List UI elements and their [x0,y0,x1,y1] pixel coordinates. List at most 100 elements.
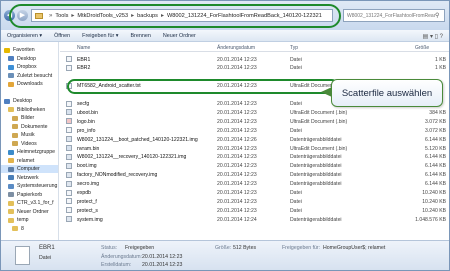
file-name: pro_info [77,127,96,134]
nav-item[interactable]: Computer [1,165,58,173]
file-date: 20.01.2014 12:23 [217,109,257,116]
file-icon [66,216,72,223]
file-name: logo.bin [77,118,95,125]
file-icon [66,171,72,178]
folder-icon [8,73,14,78]
file-date: 20.01.2014 12:23 [217,154,257,161]
nav-item-label: Downloads [17,81,43,87]
file-icon [66,109,72,116]
organize-button[interactable]: Organisieren ▾ [7,33,42,39]
nav-item-label: temp [17,217,29,223]
file-date: 20.01.2014 12:23 [217,198,257,205]
file-date: 20.01.2014 12:23 [217,145,257,152]
file-icon [66,162,72,169]
navigation-pane: Favoriten Desktop Dropbox Zuletzt besucht Do… [1,42,59,240]
file-name: EBR2 [77,65,91,72]
nav-item-label: CTR_v3.1_for_f [17,200,54,206]
file-name: expdb [77,190,91,196]
view-options-icon[interactable]: ▤ ▾ ▯ ? [423,33,443,40]
nav-item[interactable]: Desktop [1,55,58,63]
nav-item[interactable]: Neuer Ordner [1,208,58,216]
file-row[interactable]: protect_s 20.01.2014 12:23 Datei 10.240 KB [60,206,449,214]
folder-icon [8,64,14,70]
folder-icon [8,149,14,155]
file-type: Datei [290,65,302,72]
file-icon [66,136,72,143]
file-size: 5.120 KB [425,145,446,152]
file-row[interactable]: expdb 20.01.2014 12:23 Datei 10.240 KB [60,189,449,197]
folder-icon [8,192,14,197]
nav-item[interactable]: Bilder [1,114,58,122]
nav-item-label: Dropbox [17,64,37,70]
nav-item[interactable]: Downloads [1,80,58,88]
burn-button[interactable]: Brennen [130,33,150,39]
details-file-type: Datei [39,255,52,261]
column-name[interactable]: Name [77,45,90,51]
nav-item[interactable]: CTR_v3.1_for_f [1,199,58,207]
nav-item[interactable]: Netzwerk [1,174,58,182]
search-input[interactable] [347,12,435,19]
nav-item[interactable]: Systemsteuerung [1,182,58,190]
file-type: UltraEdit Document (.bin) [290,145,348,152]
file-row[interactable]: system.img 20.01.2014 12:24 Datenträgerabb… [60,215,449,223]
nav-item-label: Favoriten [13,47,35,53]
file-date: 20.01.2014 12:23 [217,127,257,134]
file-icon [15,246,30,265]
file-type: Datenträgerabbilddatei [290,216,342,223]
file-type: Datei [290,198,302,205]
nav-item[interactable]: Heimnetzgruppe [1,148,58,156]
file-row[interactable]: EBR2 20.01.2014 12:23 Datei 1 KB [60,64,449,72]
file-type: Datei [290,127,302,134]
file-row[interactable]: protect_f 20.01.2014 12:23 Datei 10.240 KB [60,197,449,205]
open-button[interactable]: Öffnen [54,33,70,39]
nav-item[interactable]: Zuletzt besucht [1,72,58,80]
file-name: W8002_131224__boot_patched_140120-122321… [77,136,198,143]
file-icon [66,180,72,187]
nav-item[interactable]: relamet [1,157,58,165]
column-date[interactable]: Änderungsdatum [217,45,255,51]
nav-item[interactable]: Dokumente [1,123,58,131]
nav-item[interactable]: temp [1,216,58,224]
file-name: EBR1 [77,56,91,63]
file-row[interactable]: W8002_131224__recovery_140120-122321.img… [60,153,449,161]
file-row[interactable]: uboot.bin 20.01.2014 12:23 UltraEdit Docum… [60,108,449,116]
file-row[interactable]: logo.bin 20.01.2014 12:23 UltraEdit Docume… [60,117,449,125]
nav-item[interactable]: Bibliotheken [1,106,58,114]
file-size: 10.240 KB [422,207,446,214]
file-row[interactable]: secro.img 20.01.2014 12:23 Datenträgerabbi… [60,180,449,188]
nav-item[interactable]: 8 [1,225,58,233]
share-button[interactable]: Freigeben für ▾ [82,33,118,39]
file-icon [66,189,72,196]
details-share-label: Freigegeben für: [282,245,321,251]
nav-item[interactable]: Videos [1,140,58,148]
details-pane: EBR1 Datei Status: Freigegeben Änderungs… [1,240,449,270]
column-type[interactable]: Typ [290,45,298,51]
file-name: factory_NONmodified_recovery.img [77,172,158,179]
nav-item [1,89,58,97]
file-row[interactable]: factory_NONmodified_recovery.img 20.01.20… [60,171,449,179]
file-size: 6.144 KB [425,154,446,161]
file-row[interactable]: EBR1 20.01.2014 12:23 Datei 1 KB [60,55,449,63]
file-size: 384 KB [429,109,446,116]
file-date: 20.01.2014 12:23 [217,207,257,214]
nav-item-label: Videos [21,140,37,147]
scatter-highlight-oval [67,79,339,94]
nav-item[interactable]: Favoriten [1,46,58,54]
nav-item-label: Dokumente [21,123,48,130]
nav-item[interactable]: Desktop [1,97,58,105]
file-row[interactable]: nvram.bin 20.01.2014 12:23 UltraEdit Docum… [60,144,449,152]
details-size-value: 512 Bytes [233,245,257,251]
column-size[interactable]: Größe [415,45,429,51]
file-date: 20.01.2014 12:23 [217,172,257,179]
search-box[interactable]: ⚲ [343,9,445,22]
nav-item-label: Papierkorb [17,191,43,198]
file-row[interactable]: boot.img 20.01.2014 12:23 Datenträgerabbil… [60,162,449,170]
nav-item-label: Musik [21,132,35,138]
file-row[interactable]: W8002_131224__boot_patched_140120-122321… [60,135,449,143]
nav-item-label: Desktop [17,55,37,62]
nav-item[interactable]: Papierkorb [1,191,58,199]
new-folder-button[interactable]: Neuer Ordner [163,33,196,39]
file-row[interactable]: pro_info 20.01.2014 12:23 Datei 3.072 KB [60,126,449,134]
nav-item[interactable]: Musik [1,131,58,139]
nav-item[interactable]: Dropbox [1,63,58,71]
